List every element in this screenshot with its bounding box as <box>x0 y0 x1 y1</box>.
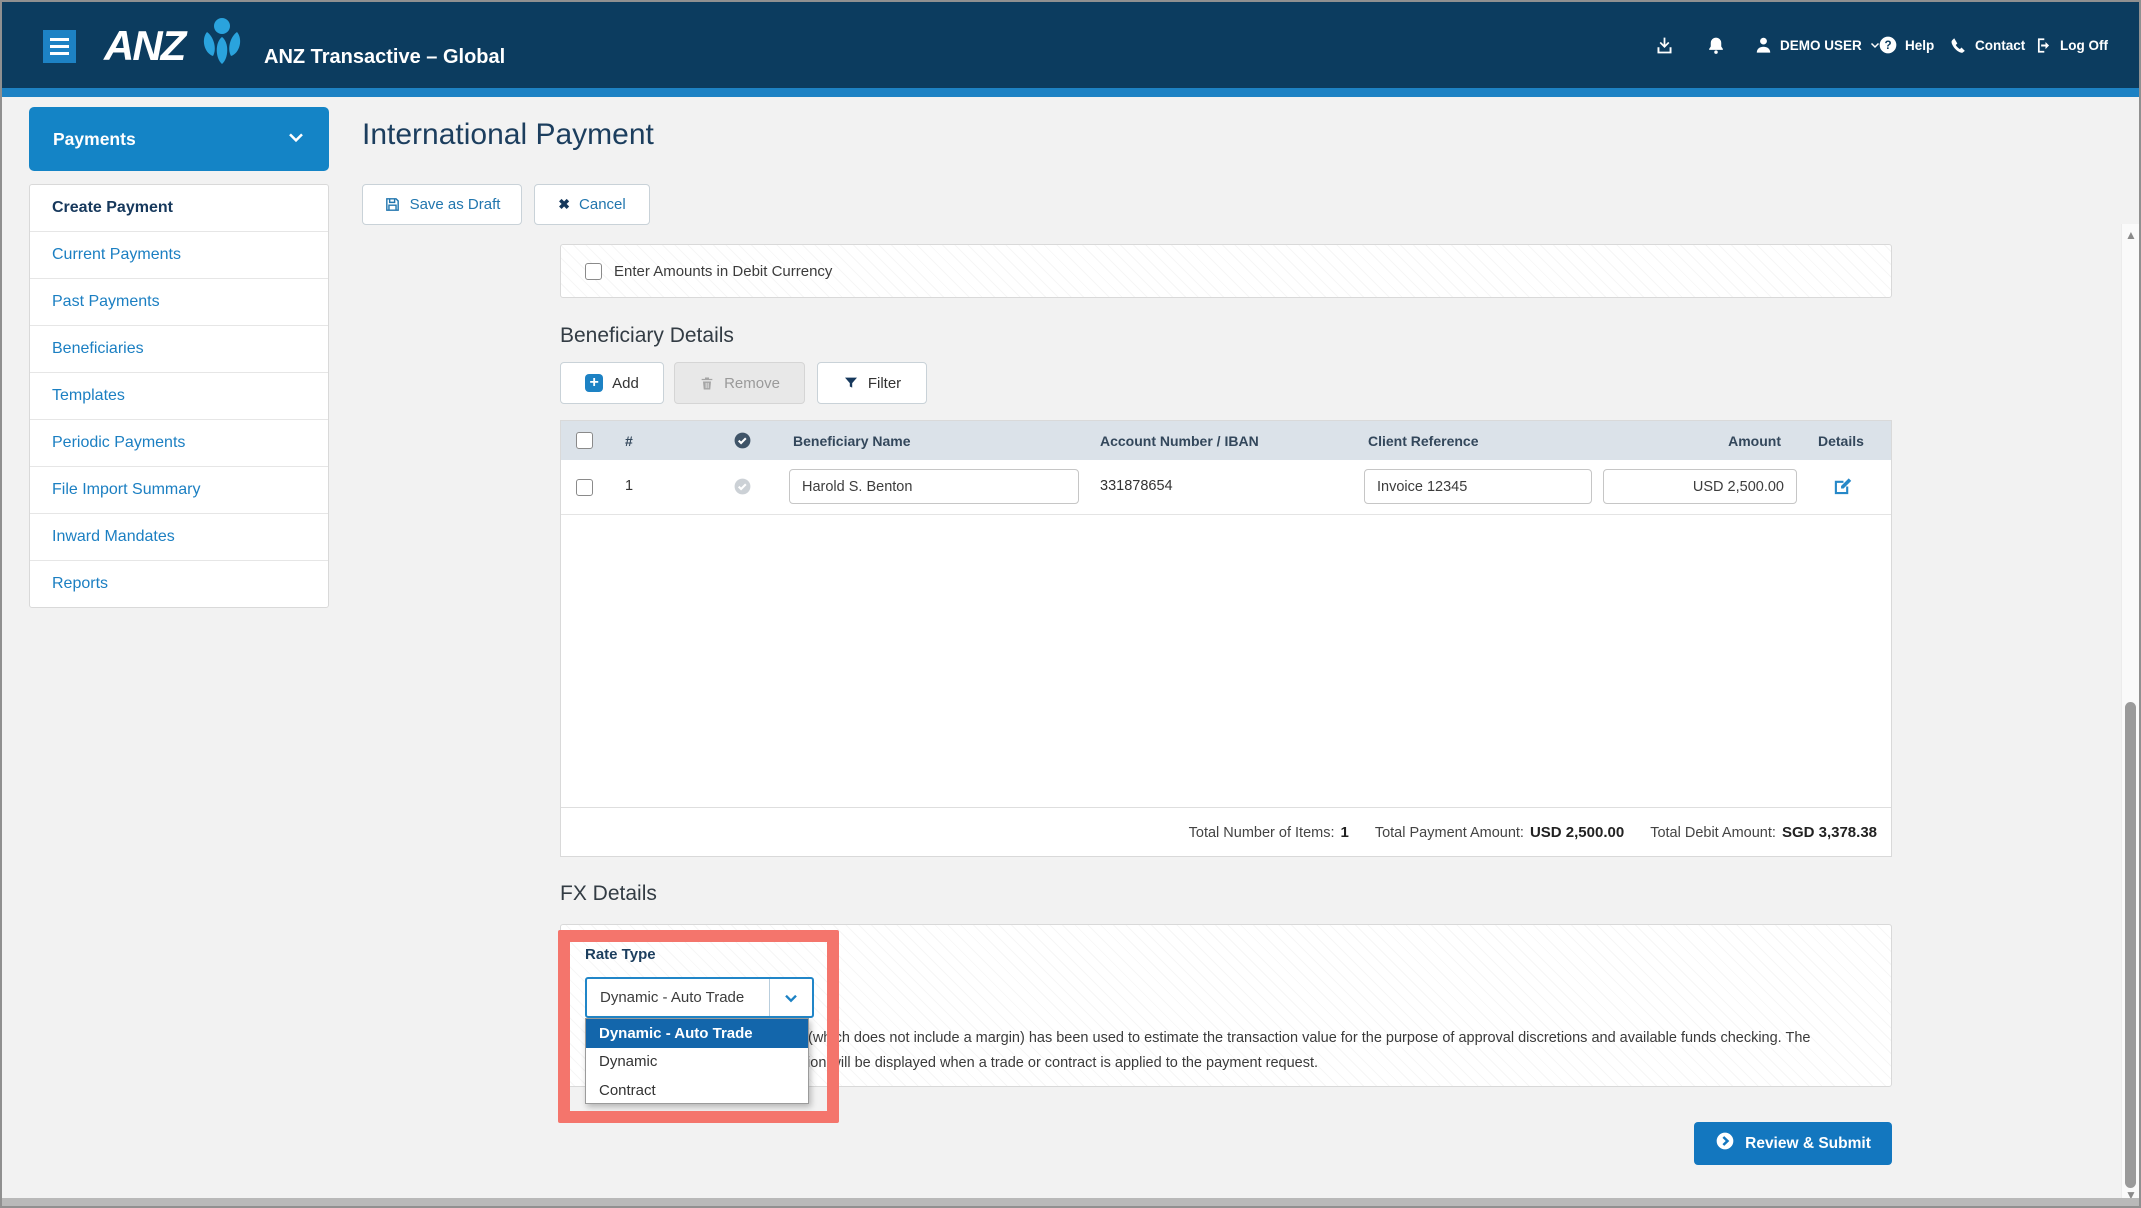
sidebar-item-file-import-summary[interactable]: File Import Summary <box>30 467 328 514</box>
anz-logo: ANZ <box>104 22 184 70</box>
contact-label: Contact <box>1975 38 2025 53</box>
arrow-circle-icon <box>1715 1131 1735 1156</box>
remove-label: Remove <box>724 375 780 392</box>
app-title: ANZ Transactive – Global <box>264 46 505 69</box>
add-label: Add <box>612 375 639 392</box>
chevron-down-icon <box>769 979 812 1016</box>
contact-button[interactable]: Contact <box>1949 2 2025 88</box>
close-icon: ✖ <box>558 196 570 213</box>
rate-type-option-dynamic-auto-trade[interactable]: Dynamic - Auto Trade <box>586 1019 808 1048</box>
sidebar-payments-menu-button[interactable]: Payments <box>29 107 329 171</box>
sidebar-item-beneficiaries[interactable]: Beneficiaries <box>30 326 328 373</box>
client-reference-input[interactable] <box>1364 469 1592 504</box>
account-number-value: 331878654 <box>1100 478 1173 494</box>
header-accent-strip <box>2 88 2139 97</box>
scroll-up-arrow[interactable]: ▲ <box>2124 228 2138 242</box>
fx-details-heading: FX Details <box>560 882 657 906</box>
beneficiary-table-row: 1 331878654 <box>561 460 1891 515</box>
user-name-label: DEMO USER <box>1780 38 1862 53</box>
notifications-button[interactable] <box>1706 2 1726 88</box>
rate-type-dropdown-list: Dynamic - Auto Trade Dynamic Contract <box>585 1018 809 1104</box>
phone-icon <box>1949 36 1968 55</box>
col-header-amount: Amount <box>1711 421 1781 460</box>
cancel-button[interactable]: ✖ Cancel <box>534 184 650 225</box>
bell-icon <box>1706 35 1726 56</box>
beneficiary-details-heading: Beneficiary Details <box>560 324 734 348</box>
beneficiary-name-input[interactable] <box>789 469 1079 504</box>
app-window: ANZ ANZ Transactive – Global DEMO USER ? <box>0 0 2141 1208</box>
sidebar-item-past-payments[interactable]: Past Payments <box>30 279 328 326</box>
rate-type-option-dynamic[interactable]: Dynamic <box>586 1048 808 1077</box>
edit-details-icon[interactable] <box>1831 475 1854 503</box>
scrollbar-thumb[interactable] <box>2125 702 2136 1188</box>
totals-items-label: Total Number of Items: <box>1189 825 1335 841</box>
sidebar-item-inward-mandates[interactable]: Inward Mandates <box>30 514 328 561</box>
sidebar-item-periodic-payments[interactable]: Periodic Payments <box>30 420 328 467</box>
chevron-down-icon <box>287 128 305 151</box>
add-icon: + <box>585 374 603 392</box>
window-bottom-edge <box>2 1198 2139 1206</box>
col-header-beneficiary-name: Beneficiary Name <box>793 421 911 460</box>
rate-type-option-contract[interactable]: Contract <box>586 1076 808 1105</box>
row-number: 1 <box>625 478 633 494</box>
sidebar-menu-title: Payments <box>53 129 136 150</box>
rate-type-select[interactable]: Dynamic - Auto Trade <box>585 977 814 1018</box>
add-beneficiary-button[interactable]: + Add <box>560 362 664 404</box>
amount-input[interactable] <box>1603 469 1797 504</box>
totals-items-value: 1 <box>1341 824 1349 841</box>
filter-label: Filter <box>868 375 901 392</box>
cancel-label: Cancel <box>579 196 626 213</box>
sidebar-item-current-payments[interactable]: Current Payments <box>30 232 328 279</box>
row-verified-icon <box>733 477 752 501</box>
col-header-num: # <box>625 421 633 460</box>
review-submit-label: Review & Submit <box>1745 1135 1871 1153</box>
filter-button[interactable]: Filter <box>817 362 927 404</box>
fx-info-line-1: (which does not include a margin) has be… <box>808 1030 1810 1046</box>
logoff-label: Log Off <box>2060 38 2108 53</box>
sidebar-item-reports[interactable]: Reports <box>30 561 328 607</box>
sidebar-menu-list: Create Payment Current Payments Past Pay… <box>29 184 329 608</box>
download-icon <box>1654 35 1675 56</box>
col-header-account: Account Number / IBAN <box>1100 421 1259 460</box>
save-as-draft-button[interactable]: Save as Draft <box>362 184 522 225</box>
col-header-reference: Client Reference <box>1368 421 1478 460</box>
logoff-button[interactable]: Log Off <box>2034 2 2108 88</box>
download-button[interactable] <box>1654 2 1675 88</box>
select-all-checkbox[interactable] <box>576 432 593 449</box>
sidebar-item-create-payment[interactable]: Create Payment <box>30 185 328 232</box>
help-label: Help <box>1905 38 1934 53</box>
row-checkbox[interactable] <box>576 479 593 496</box>
debit-currency-checkbox-label: Enter Amounts in Debit Currency <box>614 263 832 280</box>
rate-type-selected-value: Dynamic - Auto Trade <box>587 989 769 1006</box>
totals-debit-value: SGD 3,378.38 <box>1782 824 1877 841</box>
verified-column-icon <box>733 421 752 460</box>
anz-logo-symbol-icon <box>198 14 246 77</box>
vertical-scrollbar: ▲ ▼ <box>2121 224 2140 1206</box>
svg-text:?: ? <box>1884 39 1891 52</box>
help-button[interactable]: ? Help <box>1878 2 1934 88</box>
fx-info-line-2: tion will be displayed when a trade or c… <box>803 1055 1318 1071</box>
logout-icon <box>2034 36 2053 55</box>
save-icon <box>384 196 401 213</box>
totals-payment-label: Total Payment Amount: <box>1375 825 1524 841</box>
totals-debit-label: Total Debit Amount: <box>1650 825 1776 841</box>
debit-currency-checkbox[interactable] <box>585 263 602 280</box>
table-totals-row: Total Number of Items: 1 Total Payment Am… <box>561 807 1891 856</box>
page-title: International Payment <box>362 118 654 152</box>
save-as-draft-label: Save as Draft <box>410 196 501 213</box>
review-submit-button[interactable]: Review & Submit <box>1694 1122 1892 1165</box>
totals-payment-value: USD 2,500.00 <box>1530 824 1624 841</box>
beneficiary-table-header: # Beneficiary Name Account Number / IBAN… <box>561 421 1891 461</box>
filter-icon <box>843 375 859 391</box>
user-menu[interactable]: DEMO USER <box>1754 2 1881 88</box>
rate-type-label: Rate Type <box>585 946 656 963</box>
sidebar-item-templates[interactable]: Templates <box>30 373 328 420</box>
remove-beneficiary-button[interactable]: Remove <box>674 362 805 404</box>
beneficiary-table: # Beneficiary Name Account Number / IBAN… <box>560 420 1892 857</box>
trash-icon <box>699 375 715 392</box>
user-icon <box>1754 36 1773 55</box>
help-icon: ? <box>1878 35 1898 55</box>
col-header-details: Details <box>1818 421 1864 460</box>
hamburger-menu-button[interactable] <box>43 30 76 63</box>
